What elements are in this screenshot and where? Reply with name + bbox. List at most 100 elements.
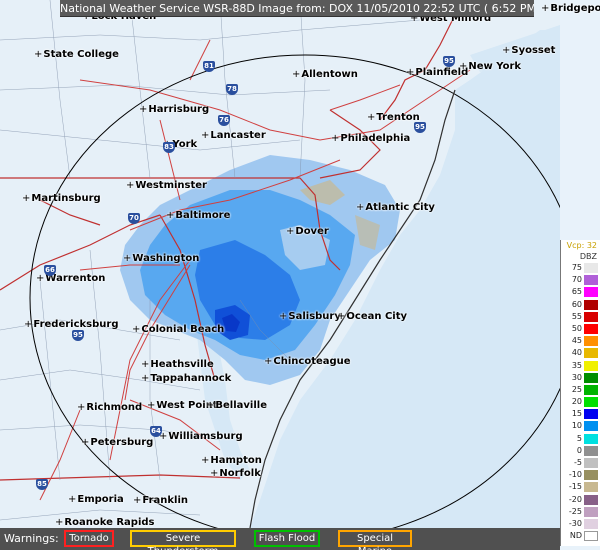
city-label: Allentown — [292, 69, 358, 80]
legend-level-label: 10 — [571, 421, 582, 431]
radar-map[interactable] — [0, 0, 560, 528]
reflectivity-legend: Vcp: 32 DBZ 75 70 65 60 55 50 45 40 35 30 25 20 15 10… — [560, 240, 600, 546]
legend-level-swatch — [584, 458, 598, 468]
legend-level: ND — [561, 530, 600, 542]
legend-level-swatch — [584, 275, 598, 286]
legend-level-swatch — [584, 311, 598, 322]
legend-level: 5 — [561, 433, 600, 445]
city-label: Syosset — [502, 45, 555, 56]
legend-level-swatch — [584, 409, 598, 420]
city-label: Chincoteague — [264, 356, 350, 367]
legend-level-swatch — [584, 482, 598, 493]
city-label: Roanoke Rapids — [55, 517, 154, 528]
legend-level-swatch — [584, 323, 598, 334]
city-label: Bellaville — [206, 400, 267, 411]
legend-level-label: -20 — [568, 494, 582, 504]
legend-level-swatch — [584, 433, 598, 444]
legend-level-swatch — [584, 445, 598, 456]
legend-level: 20 — [561, 396, 600, 408]
legend-level: -25 — [561, 506, 600, 518]
legend-level: 60 — [561, 299, 600, 311]
legend-level: 50 — [561, 323, 600, 335]
city-label: Franklin — [133, 495, 188, 506]
dbz-label: DBZ — [579, 252, 597, 261]
legend-level: 45 — [561, 335, 600, 347]
city-label: Philadelphia — [331, 133, 410, 144]
legend-level-swatch — [584, 421, 598, 432]
severe-thunderstorm-warning-button[interactable]: Severe Thunderstorm — [130, 530, 236, 550]
legend-level-swatch — [584, 531, 598, 542]
legend-level-label: -10 — [568, 470, 582, 480]
legend-level-swatch — [584, 287, 598, 298]
legend-level: 35 — [561, 360, 600, 372]
flash-flood-warning-button[interactable]: Flash Flood — [254, 530, 320, 547]
city-label: Baltimore — [166, 210, 230, 221]
legend-level-label: 0 — [576, 445, 582, 455]
city-label: Colonial Beach — [132, 324, 224, 335]
legend-level-swatch — [584, 470, 598, 481]
legend-level-swatch — [584, 336, 598, 347]
city-label: Richmond — [77, 402, 142, 413]
legend-level-swatch — [584, 299, 598, 310]
city-label: Fredericksburg — [24, 319, 118, 330]
legend-level-label: 20 — [571, 397, 582, 407]
image-header: National Weather Service WSR-88D Image f… — [60, 0, 534, 17]
legend-level-label: 25 — [571, 384, 582, 394]
legend-level-label: 15 — [571, 409, 582, 419]
legend-level-label: -25 — [568, 506, 582, 516]
city-label: New York — [459, 61, 521, 72]
city-label: Trenton — [367, 112, 419, 123]
city-label: Atlantic City — [356, 202, 435, 213]
legend-level-swatch — [584, 494, 598, 505]
legend-level-swatch — [584, 384, 598, 395]
city-label: Hampton — [201, 455, 261, 466]
city-label: Bridgeport — [541, 3, 600, 14]
legend-level: 0 — [561, 445, 600, 457]
city-label: Washington — [123, 253, 199, 264]
city-label: Emporia — [68, 494, 123, 505]
radar-frame: Bridgeport West Milford Lock Haven State… — [0, 0, 600, 550]
legend-rows: 75 70 65 60 55 50 45 40 35 30 25 20 15 10 5 0 -5 -10 -15 -2… — [561, 262, 600, 542]
city-label: Martinsburg — [22, 193, 100, 204]
legend-level-label: 35 — [571, 360, 582, 370]
legend-level: -15 — [561, 481, 600, 493]
legend-level: 30 — [561, 372, 600, 384]
legend-level-label: -30 — [568, 518, 582, 528]
legend-level-label: 75 — [571, 263, 582, 272]
legend-level: -5 — [561, 457, 600, 469]
tornado-warning-button[interactable]: Tornado — [64, 530, 114, 547]
legend-level: 55 — [561, 311, 600, 323]
legend-level-swatch — [584, 348, 598, 359]
legend-level: 70 — [561, 274, 600, 286]
legend-level-label: ND — [569, 531, 582, 541]
legend-level: -10 — [561, 469, 600, 481]
city-label: Harrisburg — [139, 104, 209, 115]
legend-level-label: 50 — [571, 323, 582, 333]
legend-level: 25 — [561, 384, 600, 396]
legend-level-swatch — [584, 263, 598, 273]
city-label: Williamsburg — [159, 431, 242, 442]
city-label: Westminster — [126, 180, 207, 191]
legend-level-label: 30 — [571, 372, 582, 382]
city-label: Tappahannock — [141, 373, 231, 384]
legend-level-label: 65 — [571, 287, 582, 297]
vcp-label: Vcp: 32 — [566, 241, 597, 250]
legend-level-swatch — [584, 372, 598, 383]
legend-level-label: 60 — [571, 299, 582, 309]
city-label: Salisbury — [279, 311, 341, 322]
legend-level-label: 40 — [571, 348, 582, 358]
city-label: State College — [34, 49, 119, 60]
special-marine-warning-button[interactable]: Special Marine — [338, 530, 412, 550]
legend-level-label: -15 — [568, 482, 582, 492]
legend-level-swatch — [584, 397, 598, 408]
legend-level: -30 — [561, 518, 600, 530]
legend-level-swatch — [584, 518, 598, 529]
legend-level-label: 70 — [571, 275, 582, 285]
city-label: Norfolk — [210, 468, 260, 479]
legend-level-label: 55 — [571, 311, 582, 321]
city-label: Dover — [286, 226, 328, 237]
warnings-bar: Warnings: Tornado Severe Thunderstorm Fl… — [0, 528, 560, 550]
legend-level-swatch — [584, 360, 598, 371]
city-label: Petersburg — [81, 437, 153, 448]
legend-level: 40 — [561, 347, 600, 359]
